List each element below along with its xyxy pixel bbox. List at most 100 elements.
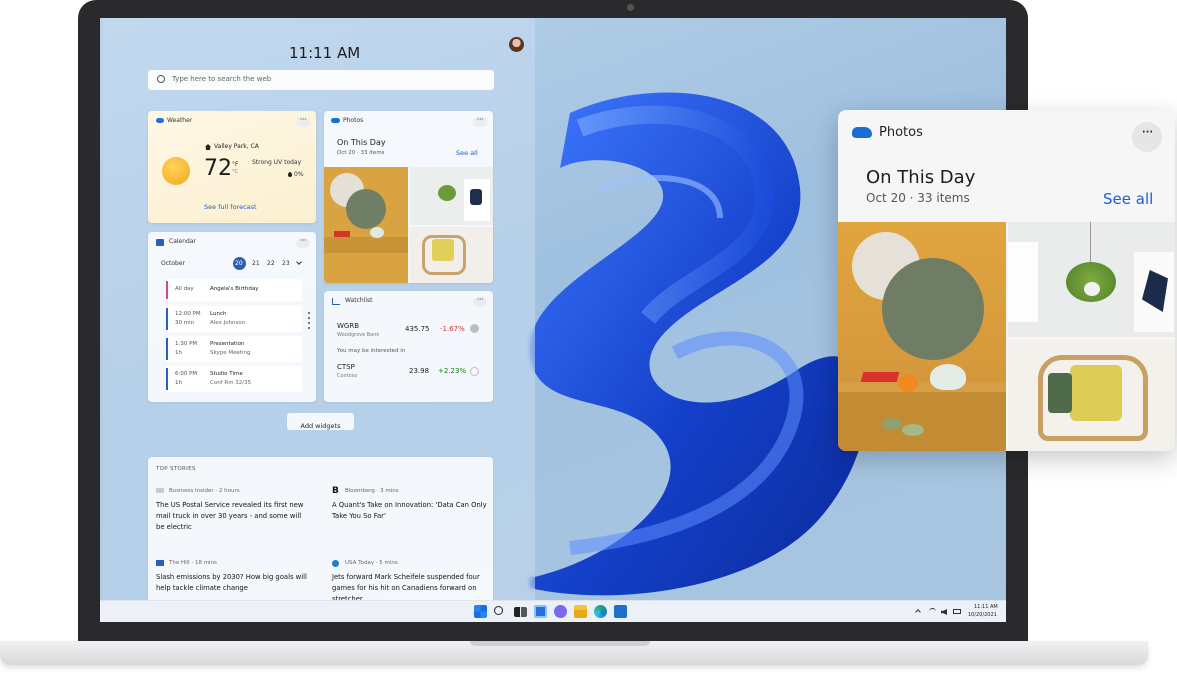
stock-price: 435.75 xyxy=(405,325,430,333)
event-title: Lunch xyxy=(210,311,227,317)
photos-widget[interactable]: Photos ··· On This Day Oct 20 · 33 items… xyxy=(324,111,493,283)
edge-icon[interactable] xyxy=(594,605,607,618)
search-box[interactable]: Type here to search the web xyxy=(148,70,494,90)
chevron-up-icon[interactable] xyxy=(915,609,921,615)
story-source: Bloomberg · 3 mins xyxy=(345,488,399,494)
onedrive-icon xyxy=(852,127,872,138)
photos-widget-more-button[interactable]: ··· xyxy=(473,116,487,127)
source-logo-icon xyxy=(156,560,164,566)
weather-title: Weather xyxy=(167,117,193,124)
story-source: Business Insider · 2 hours xyxy=(169,488,240,494)
story-headline: A Quant's Take on Innovation: 'Data Can … xyxy=(332,501,487,520)
scroll-indicator[interactable] xyxy=(308,312,310,330)
story[interactable]: Business Insider · 2 hours The US Postal… xyxy=(156,487,316,537)
raindrop-icon xyxy=(288,172,292,177)
popup-photo-hanging-plant[interactable] xyxy=(1008,222,1175,337)
photos-widget-see-all[interactable]: See all xyxy=(456,149,478,157)
event-duration: 30 min xyxy=(175,320,195,326)
widgets-board: 11:11 AM Type here to search the web Wea… xyxy=(100,18,535,602)
event-color-bar xyxy=(166,338,168,360)
profile-avatar[interactable] xyxy=(509,37,524,52)
chevron-down-icon[interactable] xyxy=(296,259,302,265)
search-icon[interactable] xyxy=(494,606,503,615)
calendar-icon xyxy=(156,239,164,246)
popup-photo-chair[interactable] xyxy=(1008,339,1175,451)
event-color-bar xyxy=(166,281,168,299)
taskbar-date[interactable]: 10/20/2021 xyxy=(968,612,997,618)
search-icon xyxy=(157,75,165,83)
story-source: The Hill · 18 mins xyxy=(169,560,217,566)
chat-icon[interactable] xyxy=(554,605,567,618)
weather-widget[interactable]: Weather ··· Valley Park, CA 72 °F °C Str… xyxy=(148,111,316,223)
calendar-day[interactable]: 22 xyxy=(267,260,275,267)
battery-icon[interactable] xyxy=(953,609,961,614)
popup-photo-still-life[interactable] xyxy=(838,222,1006,451)
photo-hanging-plant[interactable] xyxy=(410,167,493,225)
stock-price: 23.98 xyxy=(409,367,430,375)
event-color-bar xyxy=(166,308,168,330)
volume-icon[interactable] xyxy=(941,609,947,615)
unit-celsius[interactable]: °C xyxy=(232,169,238,175)
weather-forecast-link[interactable]: See full forecast xyxy=(204,203,257,211)
stock-symbol[interactable]: WGRB xyxy=(337,322,359,330)
popup-title: Photos xyxy=(879,125,923,140)
remove-icon[interactable] xyxy=(470,324,479,333)
calendar-day[interactable]: 20 xyxy=(235,260,243,267)
stock-name: Woodgrove Bank xyxy=(337,332,380,338)
add-widgets-button[interactable]: Add widgets xyxy=(287,413,354,430)
onedrive-icon xyxy=(331,118,340,123)
weather-location: Valley Park, CA xyxy=(214,143,259,150)
watchlist-more-button[interactable]: ··· xyxy=(473,296,487,307)
story-source: USA Today · 5 mins xyxy=(345,560,398,566)
calendar-day[interactable]: 21 xyxy=(252,260,260,267)
sun-icon xyxy=(162,157,190,185)
calendar-event[interactable]: 12:00 PM 30 min Lunch Alex Johnson xyxy=(166,306,302,332)
photos-widget-title: Photos xyxy=(343,117,364,124)
popup-more-button[interactable]: ··· xyxy=(1132,122,1162,152)
event-detail: Skype Meeting xyxy=(210,350,251,356)
calendar-widget[interactable]: Calendar ··· October 20 21 22 23 All day… xyxy=(148,232,316,402)
calendar-event[interactable]: 6:00 PM 1h Studio Time Conf Rm 32/35 xyxy=(166,366,302,392)
unit-fahrenheit[interactable]: °F xyxy=(232,161,238,168)
file-explorer-icon[interactable] xyxy=(574,605,587,618)
event-duration: 1h xyxy=(175,380,182,386)
stock-symbol[interactable]: CTSP xyxy=(337,363,355,371)
popup-see-all[interactable]: See all xyxy=(1103,190,1153,208)
story[interactable]: USA Today · 5 mins Jets forward Mark Sch… xyxy=(332,559,492,602)
calendar-month: October xyxy=(161,260,186,267)
source-logo-icon xyxy=(332,560,339,567)
calendar-event[interactable]: 1:30 PM 1h Presentation Skype Meeting xyxy=(166,336,302,362)
photos-popup-card[interactable]: Photos ··· On This Day Oct 20 · 33 items… xyxy=(838,110,1175,451)
add-icon[interactable] xyxy=(470,367,479,376)
search-placeholder: Type here to search the web xyxy=(172,75,272,83)
home-icon xyxy=(205,144,211,150)
story[interactable]: The Hill · 18 mins Slash emissions by 20… xyxy=(156,559,316,602)
event-time: All day xyxy=(175,286,194,292)
story-headline: The US Postal Service revealed its first… xyxy=(156,501,304,531)
photo-chair[interactable] xyxy=(410,227,493,283)
top-stories: TOP STORIES Business Insider · 2 hours T… xyxy=(148,457,493,602)
event-duration: 1h xyxy=(175,350,182,356)
taskbar-time[interactable]: 11:11 AM xyxy=(974,604,998,610)
watchlist-interest: You may be interested in xyxy=(337,348,406,354)
event-title: Angela's Birthday xyxy=(210,286,259,292)
weather-temp: 72 xyxy=(204,156,232,181)
task-view-icon[interactable] xyxy=(514,607,527,617)
store-icon[interactable] xyxy=(614,605,627,618)
calendar-event[interactable]: All day Angela's Birthday xyxy=(166,279,302,301)
calendar-title: Calendar xyxy=(169,238,196,245)
cloud-icon xyxy=(156,118,164,123)
event-time: 6:00 PM xyxy=(175,371,198,377)
story-headline: Slash emissions by 2030? How big goals w… xyxy=(156,573,307,592)
weather-more-button[interactable]: ··· xyxy=(296,116,310,127)
wifi-icon[interactable] xyxy=(929,608,936,615)
stock-name: Contoso xyxy=(337,373,358,379)
story[interactable]: B Bloomberg · 3 mins A Quant's Take on I… xyxy=(332,486,492,537)
calendar-day[interactable]: 23 xyxy=(282,260,290,267)
source-logo-icon xyxy=(156,488,164,493)
photo-still-life[interactable] xyxy=(324,167,408,283)
calendar-more-button[interactable]: ··· xyxy=(296,237,310,248)
start-icon[interactable] xyxy=(474,605,487,618)
watchlist-widget[interactable]: Watchlist ··· WGRB Woodgrove Bank 435.75… xyxy=(324,291,493,402)
widgets-icon[interactable] xyxy=(534,605,547,618)
